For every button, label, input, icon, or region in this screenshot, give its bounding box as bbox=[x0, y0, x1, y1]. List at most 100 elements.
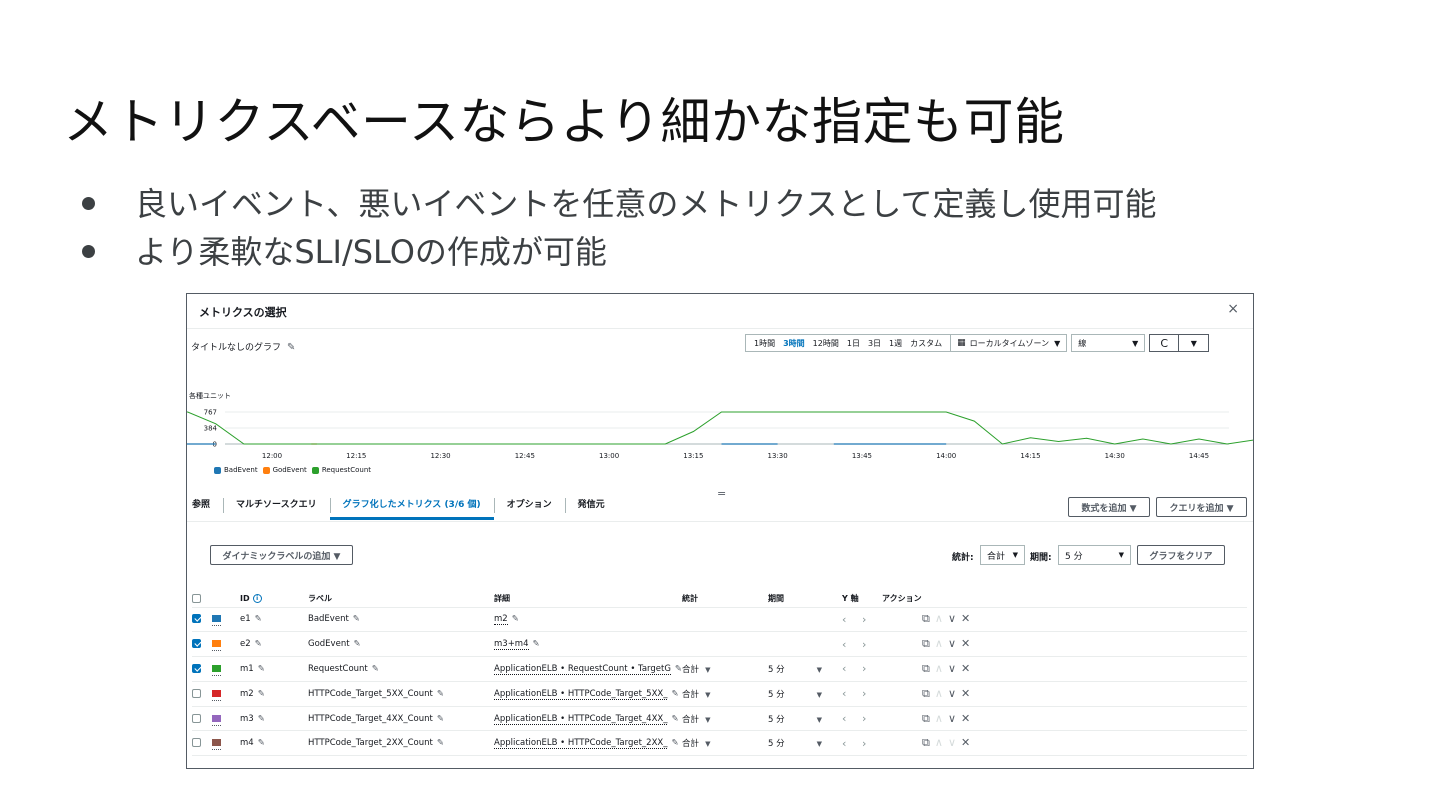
pencil-icon[interactable]: ✎ bbox=[258, 738, 265, 748]
duplicate-icon[interactable]: ⧉ bbox=[922, 736, 935, 749]
row-detail[interactable]: ApplicationELB • HTTPCode_Target_4XX_ ✎ bbox=[494, 706, 683, 732]
row-checkbox[interactable] bbox=[192, 631, 212, 658]
row-y-axis[interactable]: ‹ › bbox=[842, 656, 883, 682]
info-icon[interactable]: i bbox=[252, 593, 262, 603]
remove-icon[interactable]: ✕ bbox=[961, 712, 975, 725]
row-color-swatch[interactable] bbox=[212, 656, 240, 682]
move-up-icon[interactable]: ∧ bbox=[935, 612, 948, 625]
remove-icon[interactable]: ✕ bbox=[961, 736, 975, 749]
refresh-button[interactable]: C bbox=[1149, 334, 1180, 352]
move-down-icon[interactable]: ∨ bbox=[948, 637, 961, 650]
move-down-icon[interactable]: ∨ bbox=[948, 662, 961, 675]
row-id[interactable]: e2 ✎ bbox=[240, 631, 308, 658]
select-all-checkbox[interactable] bbox=[192, 590, 212, 608]
row-checkbox[interactable] bbox=[192, 656, 212, 682]
row-id[interactable]: m4 ✎ bbox=[240, 730, 308, 757]
pencil-icon[interactable]: ✎ bbox=[437, 689, 444, 699]
y-axis-arrows-icon[interactable]: ‹ › bbox=[842, 687, 872, 700]
move-up-icon[interactable]: ∧ bbox=[935, 687, 948, 700]
row-stat[interactable]: 合計 ▼ bbox=[682, 681, 769, 707]
legend-item[interactable]: GodEvent bbox=[262, 466, 307, 474]
row-stat[interactable]: 合計 ▼ bbox=[682, 656, 769, 682]
move-down-icon[interactable]: ∨ bbox=[948, 712, 961, 725]
row-y-axis[interactable]: ‹ › bbox=[842, 681, 883, 707]
add-query-button[interactable]: クエリを追加 ▼ bbox=[1156, 497, 1247, 517]
row-checkbox[interactable] bbox=[192, 730, 212, 757]
legend-item[interactable]: RequestCount bbox=[311, 466, 371, 474]
timezone-select[interactable]: ▦ ローカルタイムゾーン ▼ bbox=[951, 334, 1068, 352]
row-period[interactable]: 5 分 ▼ bbox=[768, 681, 843, 707]
move-down-icon[interactable]: ∨ bbox=[948, 736, 961, 749]
pencil-icon[interactable]: ✎ bbox=[353, 614, 360, 624]
pencil-icon[interactable]: ✎ bbox=[255, 639, 262, 649]
row-color-swatch[interactable] bbox=[212, 706, 240, 732]
duplicate-icon[interactable]: ⧉ bbox=[922, 637, 935, 650]
row-detail[interactable]: m3+m4 ✎ bbox=[494, 631, 683, 658]
move-down-icon[interactable]: ∨ bbox=[948, 687, 961, 700]
pencil-icon[interactable]: ✎ bbox=[287, 342, 295, 353]
row-label[interactable]: BadEvent ✎ bbox=[308, 607, 494, 633]
time-range-option[interactable]: 1週 bbox=[889, 338, 902, 349]
row-period[interactable]: 5 分 ▼ bbox=[768, 706, 843, 732]
tab-item[interactable]: 参照 bbox=[187, 491, 223, 520]
time-range-option[interactable]: 1時間 bbox=[754, 338, 775, 349]
duplicate-icon[interactable]: ⧉ bbox=[922, 662, 935, 675]
row-detail[interactable]: ApplicationELB • HTTPCode_Target_5XX_ ✎ bbox=[494, 681, 683, 707]
row-id[interactable]: m3 ✎ bbox=[240, 706, 308, 732]
time-range-option[interactable]: 3時間 bbox=[783, 338, 805, 349]
row-checkbox[interactable] bbox=[192, 681, 212, 707]
tab-item[interactable]: グラフ化したメトリクス (3/6 個) bbox=[329, 491, 494, 520]
clear-graph-button[interactable]: グラフをクリア bbox=[1137, 545, 1225, 565]
move-up-icon[interactable]: ∧ bbox=[935, 736, 948, 749]
row-color-swatch[interactable] bbox=[212, 730, 240, 757]
row-detail[interactable]: m2 ✎ bbox=[494, 607, 683, 633]
tab-item[interactable]: マルチソースクエリ bbox=[223, 491, 330, 520]
pencil-icon[interactable]: ✎ bbox=[437, 714, 444, 724]
pencil-icon[interactable]: ✎ bbox=[258, 714, 265, 724]
remove-icon[interactable]: ✕ bbox=[961, 662, 975, 675]
pencil-icon[interactable]: ✎ bbox=[512, 614, 519, 624]
legend-item[interactable]: BadEvent bbox=[214, 466, 258, 474]
duplicate-icon[interactable]: ⧉ bbox=[922, 612, 935, 625]
row-label[interactable]: HTTPCode_Target_4XX_Count ✎ bbox=[308, 706, 494, 732]
duplicate-icon[interactable]: ⧉ bbox=[922, 687, 935, 700]
add-dynamic-label-button[interactable]: ダイナミックラベルの追加 ▼ bbox=[210, 545, 353, 565]
row-period[interactable]: 5 分 ▼ bbox=[768, 730, 843, 757]
row-label[interactable]: HTTPCode_Target_2XX_Count ✎ bbox=[308, 730, 494, 757]
pencil-icon[interactable]: ✎ bbox=[354, 639, 361, 649]
remove-icon[interactable]: ✕ bbox=[961, 687, 975, 700]
row-checkbox[interactable] bbox=[192, 706, 212, 732]
row-color-swatch[interactable] bbox=[212, 607, 240, 633]
row-detail-link[interactable]: m3+m4 bbox=[494, 639, 529, 651]
pencil-icon[interactable]: ✎ bbox=[258, 664, 265, 674]
duplicate-icon[interactable]: ⧉ bbox=[922, 712, 935, 725]
y-axis-arrows-icon[interactable]: ‹ › bbox=[842, 638, 872, 651]
remove-icon[interactable]: ✕ bbox=[961, 637, 975, 650]
graph-title[interactable]: タイトルなしのグラフ ✎ bbox=[191, 340, 295, 353]
row-stat[interactable]: 合計 ▼ bbox=[682, 706, 769, 732]
row-label[interactable]: HTTPCode_Target_5XX_Count ✎ bbox=[308, 681, 494, 707]
time-range-option[interactable]: 3日 bbox=[868, 338, 881, 349]
row-stat[interactable]: 合計 ▼ bbox=[682, 730, 769, 757]
pencil-icon[interactable]: ✎ bbox=[675, 664, 682, 674]
row-id[interactable]: e1 ✎ bbox=[240, 607, 308, 633]
row-id[interactable]: m1 ✎ bbox=[240, 656, 308, 682]
pencil-icon[interactable]: ✎ bbox=[255, 614, 262, 624]
chart-type-select[interactable]: 線 ▼ bbox=[1071, 334, 1146, 352]
row-detail-link[interactable]: m2 bbox=[494, 614, 508, 626]
row-id[interactable]: m2 ✎ bbox=[240, 681, 308, 707]
move-up-icon[interactable]: ∧ bbox=[935, 712, 948, 725]
row-detail-link[interactable]: ApplicationELB • RequestCount • TargetG bbox=[494, 663, 671, 675]
move-up-icon[interactable]: ∧ bbox=[935, 662, 948, 675]
row-detail[interactable]: ApplicationELB • HTTPCode_Target_2XX_ ✎ bbox=[494, 730, 683, 757]
row-detail-link[interactable]: ApplicationELB • HTTPCode_Target_2XX_ bbox=[494, 738, 668, 750]
time-range-option[interactable]: 1日 bbox=[847, 338, 860, 349]
time-range-option[interactable]: カスタム bbox=[910, 338, 942, 349]
y-axis-arrows-icon[interactable]: ‹ › bbox=[842, 737, 872, 750]
refresh-options-button[interactable]: ▼ bbox=[1179, 334, 1210, 352]
pencil-icon[interactable]: ✎ bbox=[533, 639, 540, 649]
row-period[interactable]: 5 分 ▼ bbox=[768, 656, 843, 682]
y-axis-arrows-icon[interactable]: ‹ › bbox=[842, 613, 872, 626]
tab-item[interactable]: オプション bbox=[493, 491, 565, 520]
row-detail-link[interactable]: ApplicationELB • HTTPCode_Target_4XX_ bbox=[494, 713, 668, 725]
